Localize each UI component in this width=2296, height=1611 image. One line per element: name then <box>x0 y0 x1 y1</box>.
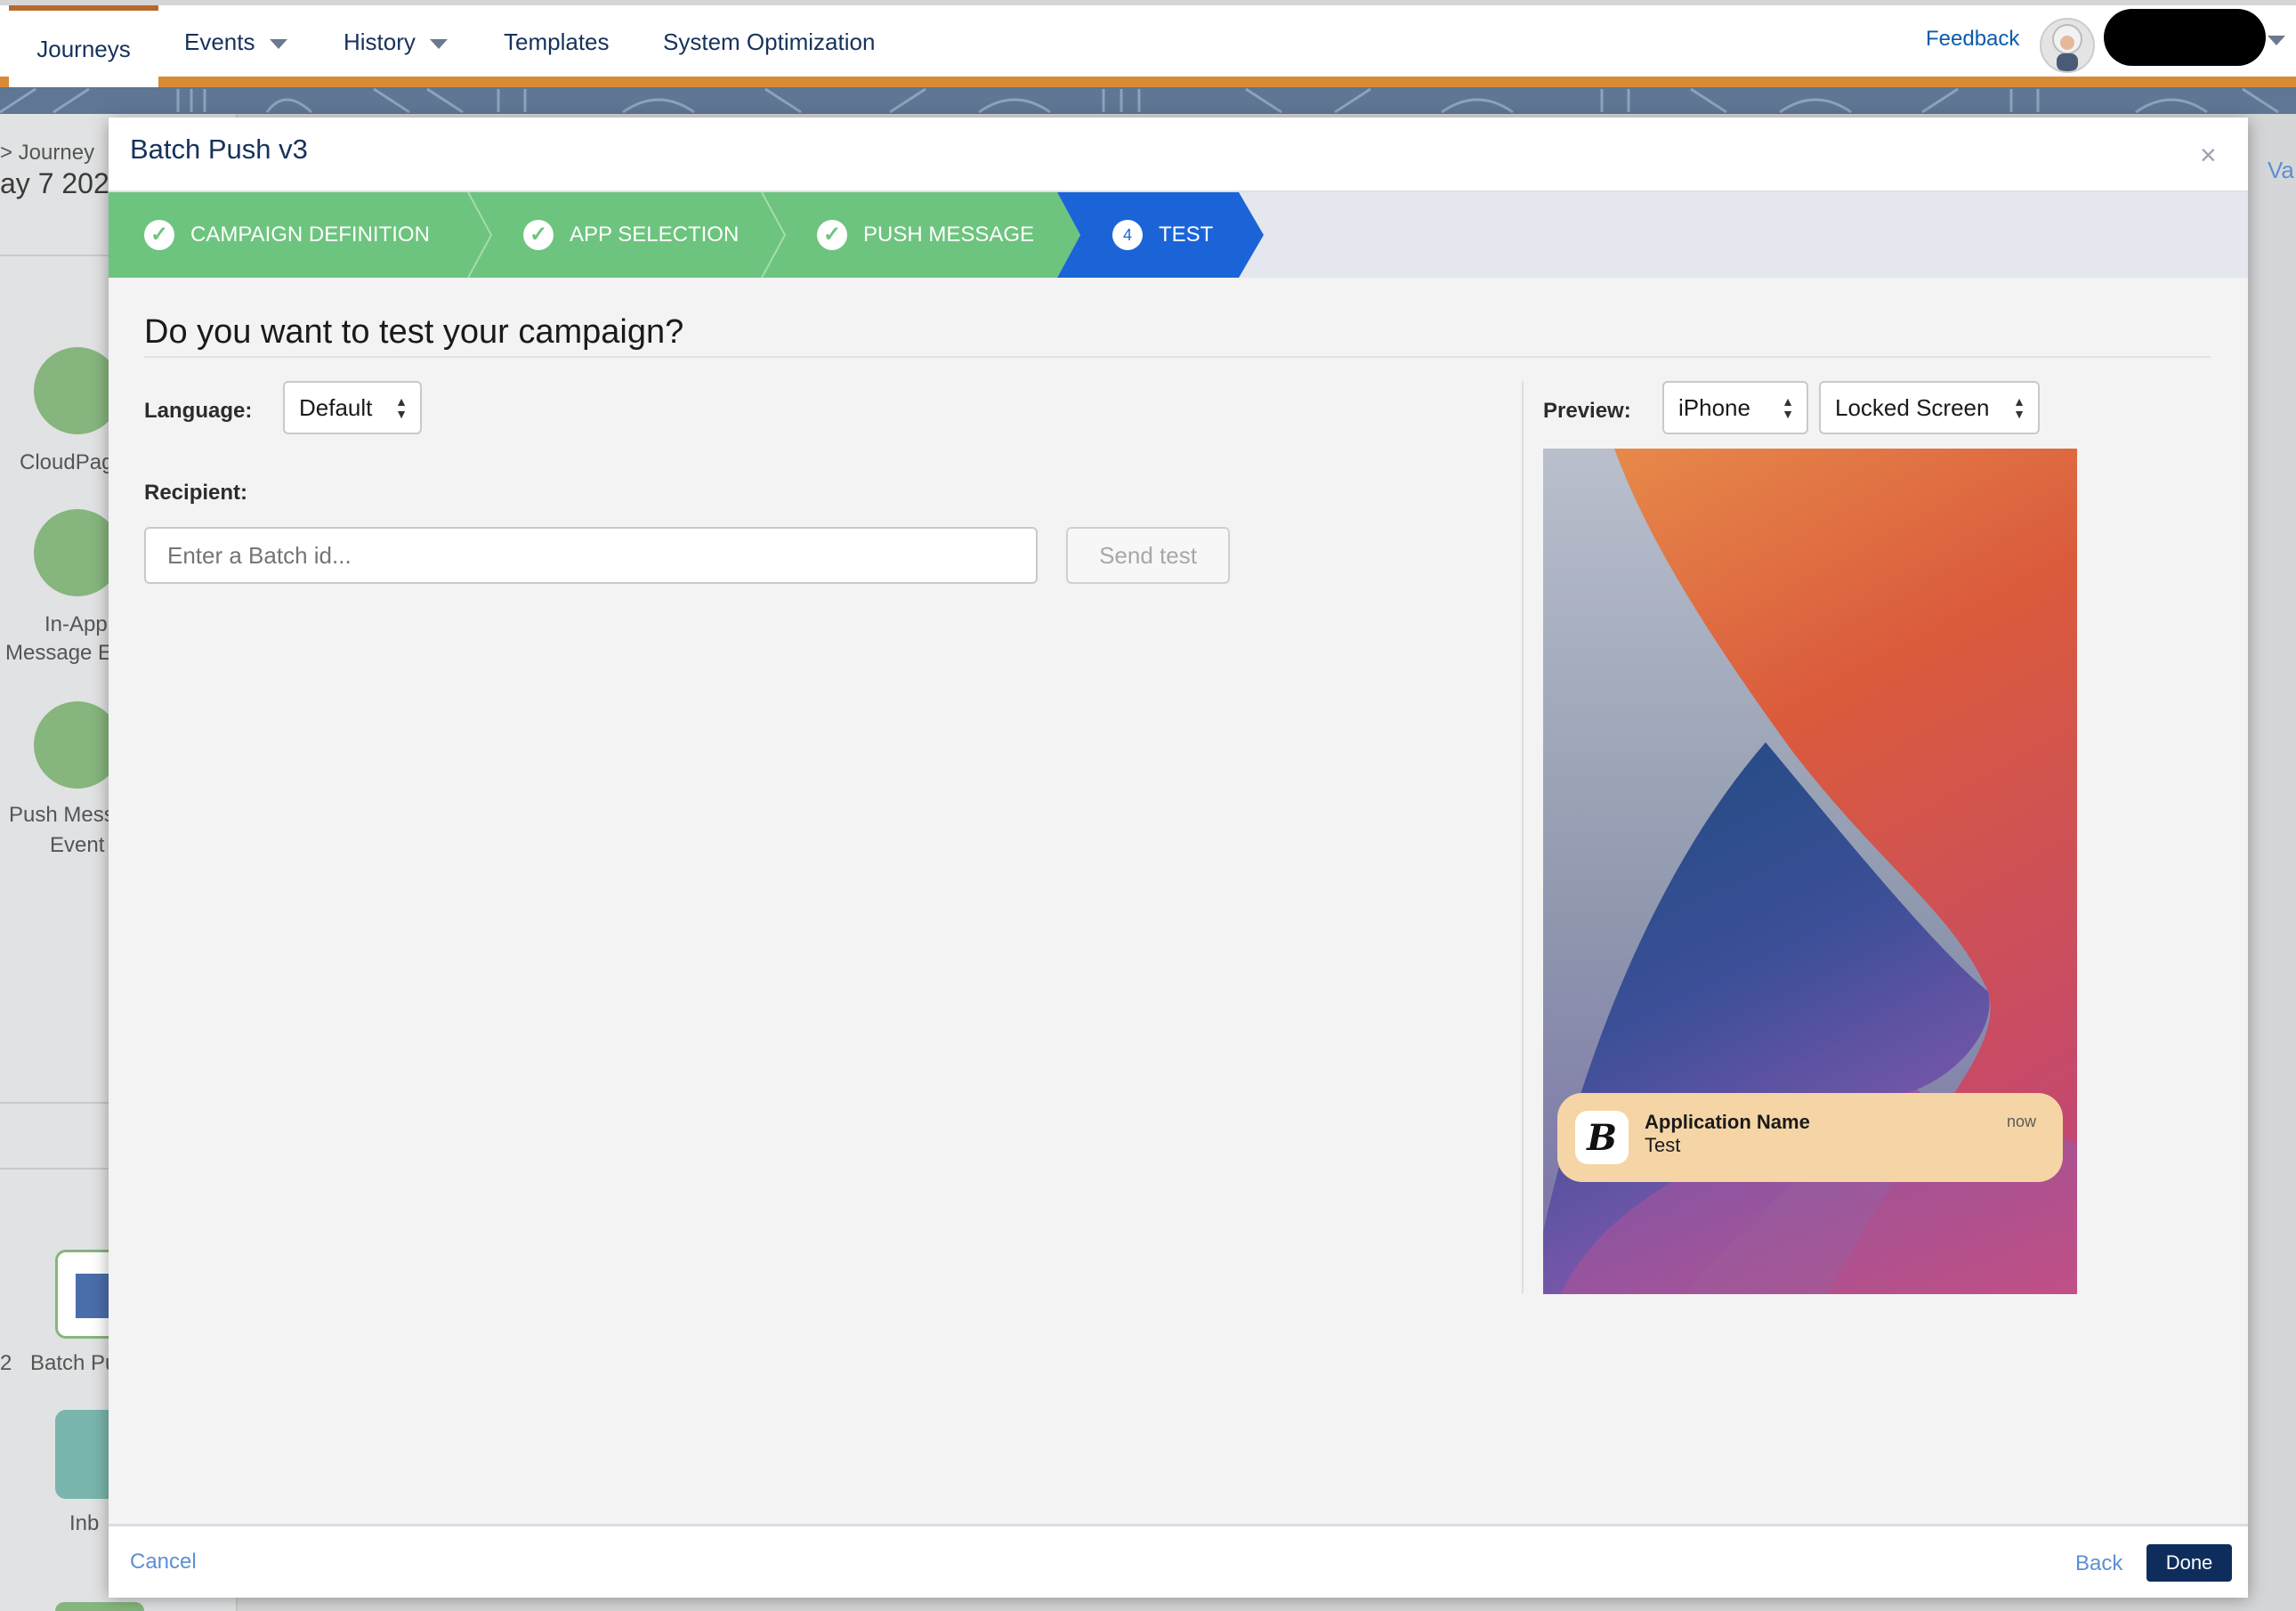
activity-label: CloudPag <box>20 450 114 474</box>
device-select-value: iPhone <box>1678 393 1750 421</box>
preview-label: Preview: <box>1543 399 1631 423</box>
back-button[interactable]: Back <box>2075 1551 2122 1576</box>
tab-history-label: History <box>344 28 416 55</box>
feedback-link[interactable]: Feedback <box>1926 27 2019 52</box>
wizard-steps: ✓ CAMPAIGN DEFINITION ✓ APP SELECTION ✓ … <box>109 192 2248 278</box>
modal-title: Batch Push v3 <box>130 134 308 165</box>
user-menu[interactable] <box>2104 9 2266 66</box>
column-divider <box>1522 381 1524 1293</box>
journey-date: ay 7 202 <box>0 167 109 199</box>
chevron-down-icon <box>269 38 287 49</box>
select-arrows-icon: ▲ ▼ <box>395 394 408 421</box>
heading-divider <box>144 356 2211 358</box>
device-select[interactable]: iPhone ▲ ▼ <box>1662 381 1808 434</box>
recipient-label: Recipient: <box>144 481 248 505</box>
select-arrows-icon: ▲ ▼ <box>1782 394 1794 421</box>
chevron-down-icon[interactable] <box>2268 36 2285 45</box>
screen-select[interactable]: Locked Screen ▲ ▼ <box>1819 381 2040 434</box>
step-label: TEST <box>1159 223 1214 247</box>
notification-time: now <box>2007 1113 2037 1130</box>
modal-header: Batch Push v3 × <box>109 117 2248 192</box>
push-notification-preview: B Application Name Test now <box>1557 1093 2063 1182</box>
language-label: Language: <box>144 399 253 423</box>
tab-templates-label: Templates <box>504 28 610 55</box>
step-campaign-definition[interactable]: ✓ CAMPAIGN DEFINITION <box>144 192 430 278</box>
close-icon[interactable]: × <box>2200 139 2217 172</box>
screen-select-value: Locked Screen <box>1835 393 1990 421</box>
language-select-value: Default <box>299 393 373 421</box>
activity-label: Message E <box>5 641 113 665</box>
batch-id-input[interactable] <box>144 527 1038 584</box>
phone-preview: B Application Name Test now <box>1543 449 2077 1294</box>
language-select[interactable]: Default ▲ ▼ <box>283 381 422 434</box>
canvas-item-prefix: 2 <box>0 1351 12 1375</box>
check-icon: ✓ <box>523 220 554 250</box>
activity-label: Push Mess <box>9 803 115 827</box>
step-number: 4 <box>1112 220 1143 250</box>
canvas-item-label: Inb <box>69 1511 100 1535</box>
step-label: APP SELECTION <box>570 223 740 247</box>
page-title: Do you want to test your campaign? <box>144 313 684 351</box>
select-arrows-icon: ▲ ▼ <box>2013 394 2025 421</box>
tab-templates[interactable]: Templates <box>504 5 610 78</box>
notification-body: Test <box>1645 1134 1681 1156</box>
cancel-button[interactable]: Cancel <box>130 1550 197 1575</box>
step-label: PUSH MESSAGE <box>863 223 1035 247</box>
step-label: CAMPAIGN DEFINITION <box>190 223 430 247</box>
modal-footer: Cancel Back Done <box>109 1524 2248 1598</box>
breadcrumb[interactable]: > Journey <box>0 141 94 166</box>
pattern-art <box>0 87 2279 114</box>
batch-push-modal: Batch Push v3 × ✓ CAMPAIGN DEFINITION ✓ … <box>109 117 2248 1598</box>
step-test[interactable]: 4 TEST <box>1112 192 1213 278</box>
done-button[interactable]: Done <box>2146 1544 2232 1582</box>
step-push-message[interactable]: ✓ PUSH MESSAGE <box>817 192 1034 278</box>
activity-partial <box>55 1602 144 1611</box>
avatar-image <box>2052 24 2082 71</box>
decorative-header-pattern <box>0 87 2296 114</box>
right-fragment-link[interactable]: Va <box>2268 157 2294 184</box>
tab-events[interactable]: Events <box>184 5 287 78</box>
tab-system-optimization[interactable]: System Optimization <box>663 5 875 78</box>
chevron-down-icon <box>429 38 448 49</box>
activity-label: In-App <box>44 612 108 636</box>
tab-system-optimization-label: System Optimization <box>663 28 876 55</box>
tab-journeys[interactable]: Journeys <box>9 5 158 87</box>
activity-label: Event <box>50 833 105 857</box>
avatar[interactable] <box>2040 18 2095 73</box>
canvas-item-label: Batch Pu <box>30 1351 117 1375</box>
tab-history[interactable]: History <box>344 5 448 78</box>
tab-journeys-label: Journeys <box>36 35 131 62</box>
app-icon: B <box>1575 1111 1629 1164</box>
send-test-button[interactable]: Send test <box>1066 527 1230 584</box>
step-app-selection[interactable]: ✓ APP SELECTION <box>523 192 739 278</box>
check-icon: ✓ <box>817 220 847 250</box>
tab-events-label: Events <box>184 28 255 55</box>
notification-app-name: Application Name <box>1645 1111 1810 1133</box>
check-icon: ✓ <box>144 220 174 250</box>
